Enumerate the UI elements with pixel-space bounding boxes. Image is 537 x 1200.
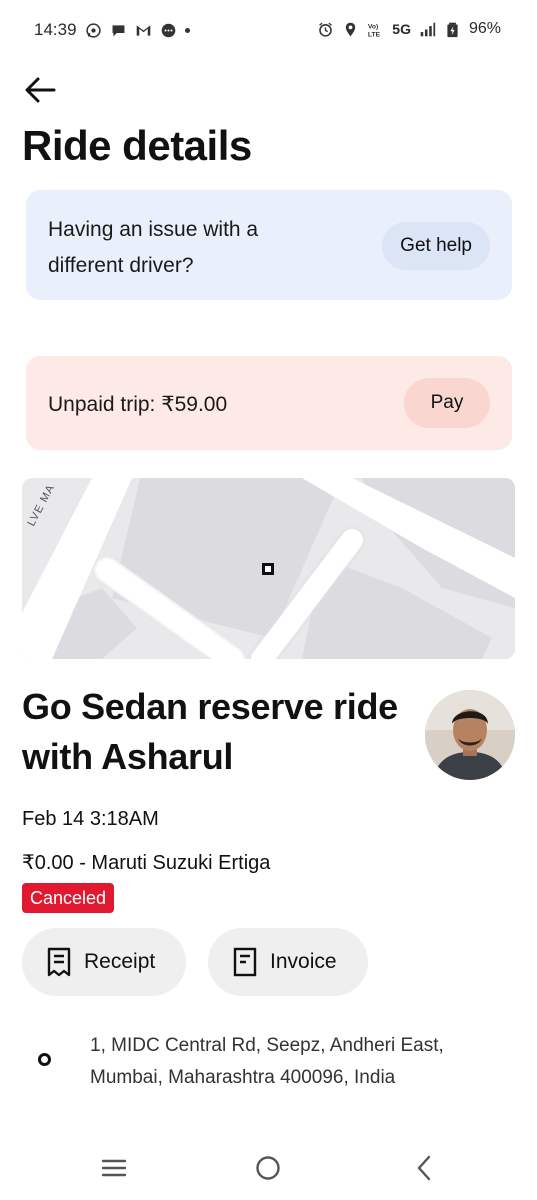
invoice-button[interactable]: Invoice — [208, 928, 368, 996]
status-bar-left: 14:39 — [34, 20, 190, 40]
home-button[interactable] — [248, 1148, 288, 1188]
pay-button[interactable]: Pay — [404, 378, 490, 428]
get-help-button[interactable]: Get help — [382, 222, 490, 270]
home-icon — [256, 1156, 280, 1180]
ride-price-vehicle: ₹0.00 - Maruti Suzuki Ertiga — [22, 852, 271, 874]
volte-icon: Vo)LTE — [368, 23, 381, 38]
receipt-button[interactable]: Receipt — [22, 928, 186, 996]
svg-text:LTE: LTE — [368, 31, 381, 38]
driver-photo — [425, 690, 515, 780]
message-icon — [161, 23, 175, 37]
ride-title: Go Sedan reserve ride with Asharul — [22, 686, 398, 777]
alarm-icon — [319, 22, 333, 37]
help-card: Having an issue with a different driver?… — [26, 190, 512, 300]
chat-icon — [112, 24, 124, 36]
recents-button[interactable] — [94, 1148, 134, 1188]
battery-percent: 96% — [468, 20, 501, 37]
receipt-icon — [47, 947, 71, 977]
location-icon — [346, 22, 356, 36]
pickup-dot-icon — [38, 1053, 51, 1066]
pickup-address: 1, MIDC Central Rd, Seepz, Andheri East,… — [90, 1035, 444, 1088]
unpaid-trip-text: Unpaid trip: ₹59.00 — [48, 393, 228, 416]
back-button[interactable] — [22, 72, 58, 108]
arrow-left-icon — [25, 77, 56, 103]
network-label: 5G — [392, 21, 411, 37]
status-bar-right: Vo) LTE 5G 96% — [317, 20, 501, 38]
recents-icon — [101, 1159, 127, 1177]
unpaid-trip-card: Unpaid trip: ₹59.00 Pay — [26, 356, 512, 450]
battery-icon — [447, 22, 458, 37]
invoice-icon — [233, 947, 257, 977]
page-title: Ride details — [22, 122, 252, 169]
signal-icon — [420, 22, 436, 36]
dot-icon — [184, 27, 190, 33]
location-marker-icon — [262, 563, 274, 575]
back-icon — [417, 1155, 431, 1181]
gmail-icon — [136, 24, 150, 36]
invoice-label: Invoice — [270, 950, 337, 973]
svg-text:Vo): Vo) — [368, 23, 378, 30]
whatsapp-icon — [85, 22, 101, 38]
driver-avatar[interactable] — [425, 690, 515, 780]
ride-date: Feb 14 3:18AM — [22, 808, 159, 830]
status-time: 14:39 — [34, 20, 77, 39]
status-badge: Canceled — [22, 883, 115, 913]
system-nav-bar — [0, 1136, 537, 1200]
receipt-label: Receipt — [84, 950, 156, 973]
status-bar: 14:39 Vo) LTE 5G 96% — [0, 0, 537, 62]
ride-map[interactable]: LVE MA — [22, 478, 515, 659]
help-card-text: Having an issue with a different driver? — [48, 218, 259, 277]
nav-back-button[interactable] — [404, 1148, 444, 1188]
